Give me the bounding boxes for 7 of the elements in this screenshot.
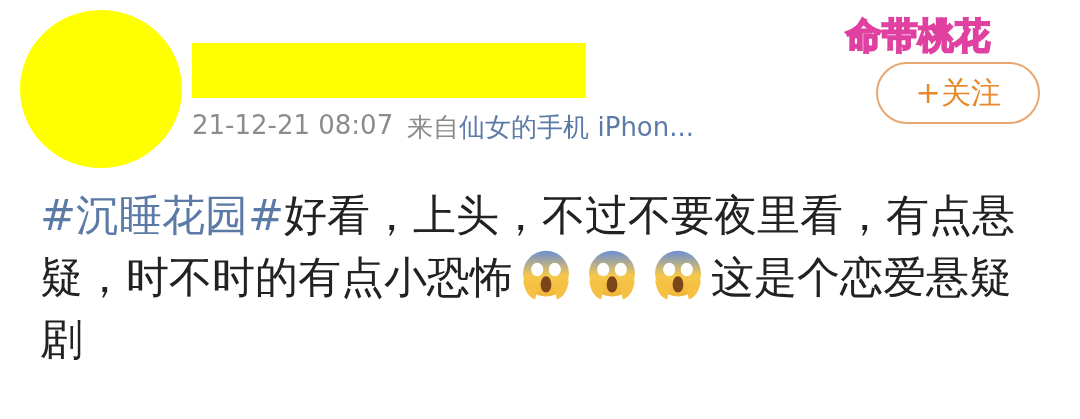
post-text: #沉睡花园#好看，上头，不过不要夜里看，有点悬疑，时不时的有点小恐怖 这是个恋爱悬疑剧	[40, 189, 1017, 366]
decorative-title: 命带桃花	[846, 14, 990, 58]
source-label: 来自	[407, 111, 460, 144]
source-link[interactable]: 仙女的手机 iPhon...	[459, 110, 695, 145]
hashtag-link[interactable]: #沉睡花园#	[40, 190, 285, 240]
post-time: 21-12-21 08:07	[192, 110, 394, 142]
follow-button[interactable]: +关注	[876, 62, 1040, 124]
